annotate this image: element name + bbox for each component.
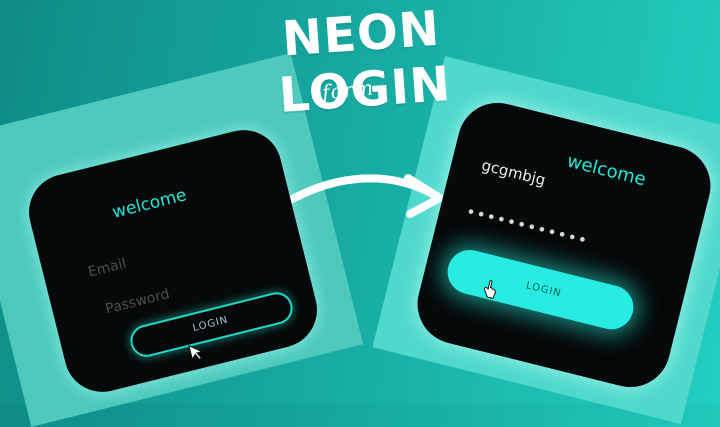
page-title: NEON LOGIN xyxy=(277,0,453,124)
email-field[interactable]: Email xyxy=(86,256,128,281)
pointer-cursor-icon xyxy=(188,344,204,361)
password-field[interactable]: •••••••••••• xyxy=(464,202,590,251)
login-button-label: LOGIN xyxy=(191,314,230,335)
login-button-label: LOGIN xyxy=(524,280,563,300)
arrow-icon xyxy=(270,174,444,218)
login-button[interactable]: LOGIN xyxy=(443,245,639,334)
welcome-heading: welcome xyxy=(564,150,648,191)
password-field[interactable]: Password xyxy=(104,286,171,317)
welcome-heading: welcome xyxy=(110,185,189,223)
email-field[interactable]: gcgmbjg xyxy=(480,156,548,189)
